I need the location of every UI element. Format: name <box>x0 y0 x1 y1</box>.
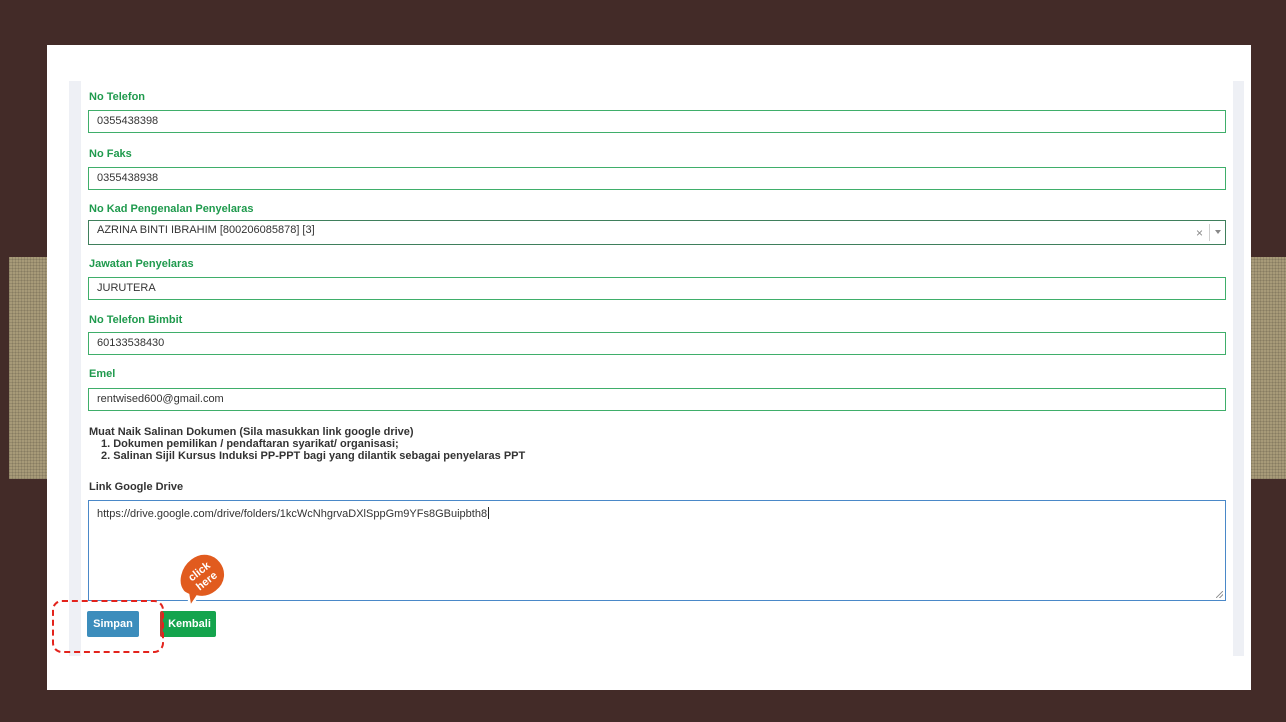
form-panel: No Telefon 0355438398 No Faks 0355438938… <box>69 81 1244 656</box>
resize-handle-icon[interactable] <box>1216 591 1223 598</box>
drive-link-textarea[interactable]: https://drive.google.com/drive/folders/1… <box>88 500 1226 601</box>
text-cursor <box>488 507 490 519</box>
chevron-down-icon[interactable] <box>1215 230 1221 234</box>
fax-label: No Faks <box>89 148 132 160</box>
form-content: No Telefon 0355438398 No Faks 0355438938… <box>81 81 1233 656</box>
select-divider <box>1209 224 1210 241</box>
right-texture-strip <box>1251 257 1286 479</box>
left-texture-strip <box>9 257 47 479</box>
upload-instructions: Muat Naik Salinan Dokumen (Sila masukkan… <box>89 426 525 462</box>
phone-input[interactable]: 0355438398 <box>88 110 1226 133</box>
fax-input[interactable]: 0355438938 <box>88 167 1226 190</box>
position-label: Jawatan Penyelaras <box>89 258 194 270</box>
position-input[interactable]: JURUTERA <box>88 277 1226 300</box>
ic-label: No Kad Pengenalan Penyelaras <box>89 203 254 215</box>
email-label: Emel <box>89 368 116 380</box>
mobile-label: No Telefon Bimbit <box>89 314 183 326</box>
drive-label: Link Google Drive <box>89 481 184 493</box>
email-input[interactable]: rentwised600@gmail.com <box>88 388 1226 411</box>
clear-icon[interactable]: × <box>1196 221 1203 246</box>
phone-label: No Telefon <box>89 91 146 103</box>
upload-item: 2. Salinan Sijil Kursus Induksi PP-PPT b… <box>101 450 526 462</box>
click-here-badge-icon: click here <box>178 552 227 606</box>
drive-link-value: https://drive.google.com/drive/folders/1… <box>97 508 488 520</box>
highlight-dashed-box <box>52 600 164 653</box>
ic-select[interactable]: AZRINA BINTI IBRAHIM [800206085878] [3] … <box>88 220 1226 245</box>
ic-select-value: AZRINA BINTI IBRAHIM [800206085878] [3] <box>97 224 315 236</box>
back-button[interactable]: Kembali <box>160 611 216 637</box>
upload-item: 1. Dokumen pemilikan / pendaftaran syari… <box>101 438 399 450</box>
upload-title: Muat Naik Salinan Dokumen (Sila masukkan… <box>89 426 414 438</box>
mobile-input[interactable]: 60133538430 <box>88 332 1226 355</box>
